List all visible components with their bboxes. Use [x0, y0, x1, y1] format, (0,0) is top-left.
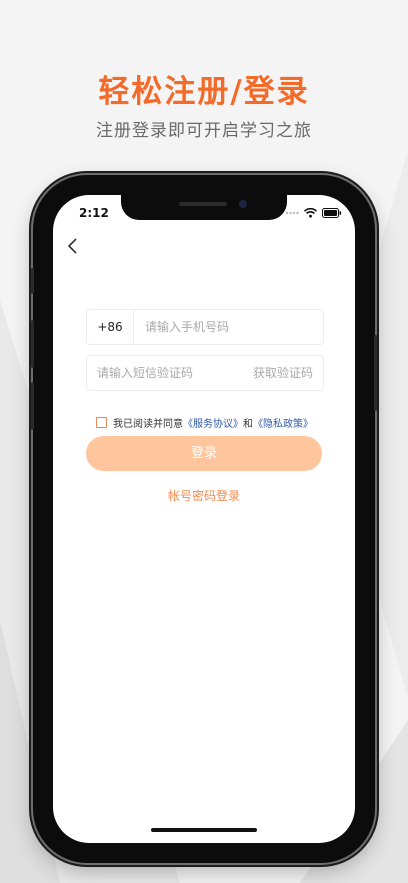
- wifi-icon: [304, 208, 317, 218]
- chevron-left-icon[interactable]: [63, 235, 85, 257]
- front-camera: [239, 200, 247, 208]
- phone-power-button: [374, 335, 377, 411]
- login-button[interactable]: 登录: [86, 436, 322, 471]
- agreement-conjunction: 和: [243, 418, 253, 430]
- agreement-checkbox[interactable]: [96, 416, 107, 428]
- speaker-grille: [179, 202, 227, 206]
- service-agreement-link[interactable]: 《服务协议》: [183, 415, 243, 430]
- password-login-link[interactable]: 帐号密码登录: [53, 487, 355, 504]
- agreement-prefix: 我已阅读并同意: [113, 418, 183, 430]
- phone-mute-switch: [31, 268, 34, 294]
- promo-headline: 轻松注册/登录: [98, 74, 310, 110]
- phone-volume-down: [31, 382, 34, 430]
- status-icons: [285, 207, 342, 219]
- battery-icon: [322, 208, 342, 218]
- get-code-button[interactable]: 获取验证码: [253, 356, 313, 390]
- phone-screen: 2:12 +86 请输入手机号码 请输入短信验证码 获取验证码 我已阅读并同意 …: [53, 195, 355, 843]
- country-code-selector[interactable]: +86: [87, 310, 134, 344]
- privacy-policy-link[interactable]: 《隐私政策》: [253, 415, 313, 430]
- agreement-row: 我已阅读并同意 《服务协议》 和 《隐私政策》: [96, 414, 313, 430]
- promo-subline: 注册登录即可开启学习之旅: [96, 121, 312, 141]
- status-time: 2:12: [79, 206, 109, 220]
- sms-code-field: 请输入短信验证码 获取验证码: [86, 355, 324, 391]
- signal-dots-icon: [285, 211, 299, 215]
- home-indicator: [151, 828, 257, 832]
- sms-code-input[interactable]: 请输入短信验证码: [97, 356, 193, 390]
- phone-number-input[interactable]: 请输入手机号码: [145, 310, 229, 344]
- phone-volume-up: [31, 320, 34, 368]
- phone-number-field: +86 请输入手机号码: [86, 309, 324, 345]
- notch: [121, 195, 287, 220]
